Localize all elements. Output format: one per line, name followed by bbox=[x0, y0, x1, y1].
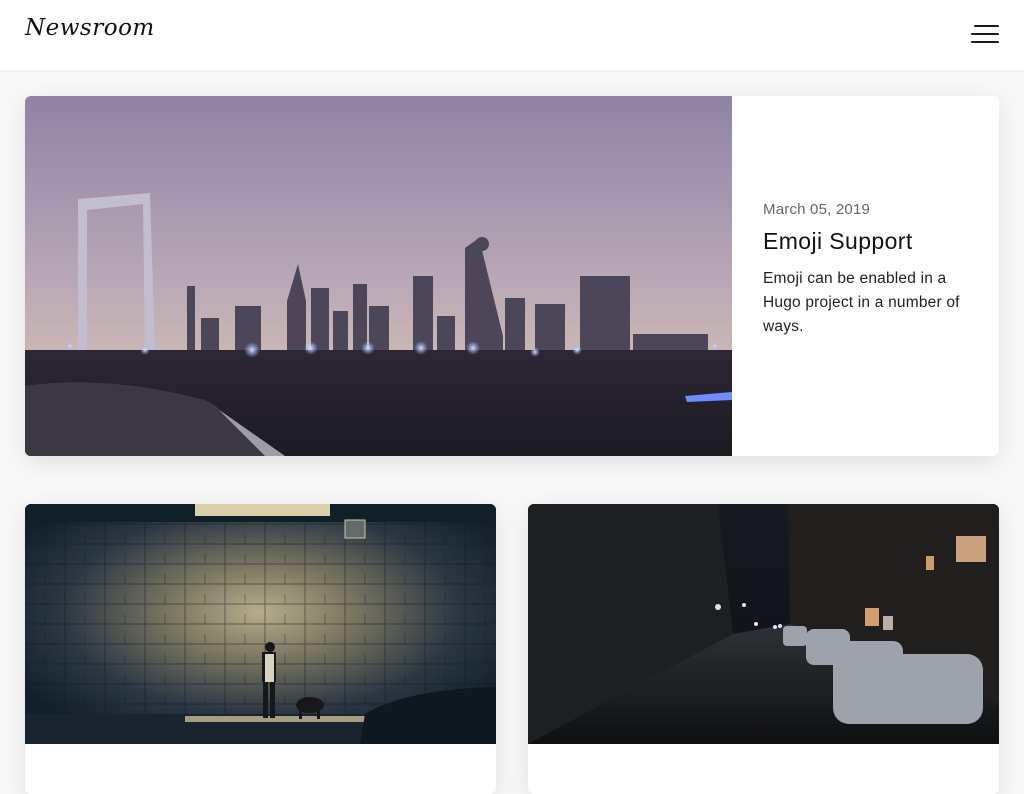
menu-line bbox=[971, 41, 999, 43]
featured-post-text: March 05, 2019 Emoji Support Emoji can b… bbox=[763, 201, 983, 339]
post-card[interactable] bbox=[528, 504, 999, 794]
menu-line bbox=[974, 25, 999, 27]
post-title[interactable]: Emoji Support bbox=[763, 228, 983, 255]
featured-post-card[interactable]: March 05, 2019 Emoji Support Emoji can b… bbox=[25, 96, 999, 456]
hamburger-menu-icon[interactable] bbox=[968, 22, 1002, 48]
site-header: Newsroom bbox=[0, 0, 1024, 70]
featured-city-skyline-image bbox=[25, 96, 732, 456]
night-street-image bbox=[528, 504, 999, 744]
post-summary: Emoji can be enabled in a Hugo project i… bbox=[763, 270, 960, 335]
menu-line bbox=[971, 33, 999, 35]
post-date: March 05, 2019 bbox=[763, 201, 871, 218]
night-wall-image bbox=[25, 504, 496, 744]
site-logo[interactable]: Newsroom bbox=[25, 15, 155, 41]
post-card[interactable] bbox=[25, 504, 496, 794]
